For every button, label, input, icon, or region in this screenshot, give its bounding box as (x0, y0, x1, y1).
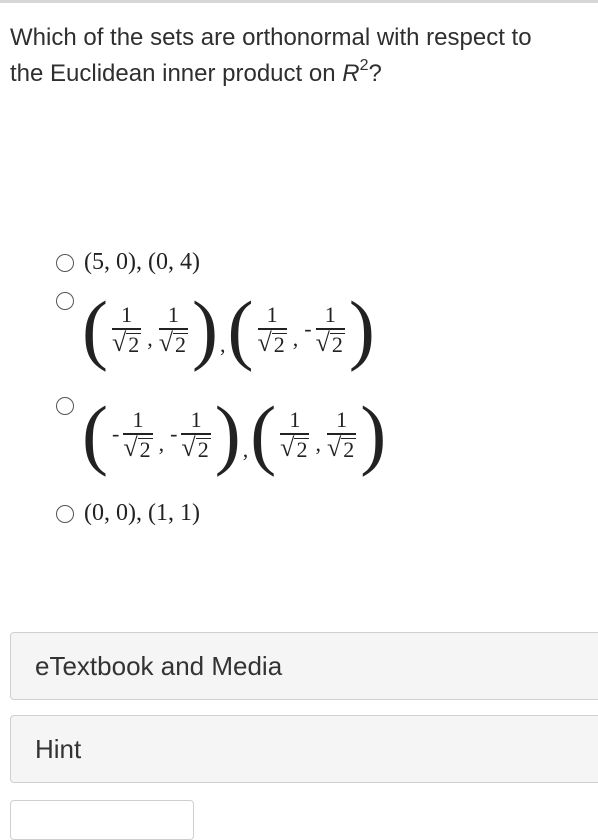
fraction: 1 √ 2 (257, 302, 287, 357)
fraction: 1 √ 2 (111, 302, 142, 357)
radicand: 2 (271, 331, 287, 357)
radio-button[interactable] (56, 253, 74, 272)
hint-panel[interactable]: Hint (10, 715, 598, 783)
comma: , (292, 326, 299, 351)
fraction: 1 √ 2 (315, 302, 345, 357)
radio-button[interactable] (56, 397, 74, 415)
etextbook-media-label: eTextbook and Media (35, 650, 283, 681)
numerator: 1 (289, 407, 301, 433)
left-paren: ( (82, 285, 108, 372)
vector-1: ( - 1 √ 2 , - 1 √ 2 ) (82, 395, 241, 473)
option-label: (5, 0), (0, 4) (84, 249, 200, 275)
space-exponent: 2 (359, 57, 369, 74)
sqrt-sign: √ (257, 327, 272, 357)
minus-sign: - (111, 421, 120, 446)
radicand: 2 (173, 331, 189, 357)
radicand: 2 (294, 436, 310, 462)
right-paren: ) (348, 285, 375, 372)
answer-option-3[interactable]: ( - 1 √ 2 , - 1 √ 2 ) , ( 1 √ 2 , 1 √ 2 ) (56, 395, 386, 473)
denominator: √ 2 (158, 327, 189, 357)
denominator: √ 2 (111, 327, 142, 357)
left-paren: ( (82, 390, 108, 477)
fraction: 1 √ 2 (158, 302, 189, 357)
denominator: √ 2 (123, 432, 153, 462)
denominator: √ 2 (181, 432, 211, 462)
question-line-2-text: the Euclidean inner product on (10, 60, 343, 87)
fraction: 1 √ 2 (326, 407, 357, 462)
fraction: 1 √ 2 (181, 407, 211, 462)
fraction: 1 √ 2 (123, 407, 153, 462)
denominator: √ 2 (315, 327, 345, 357)
sqrt-sign: √ (315, 327, 330, 357)
comma: , (147, 326, 153, 351)
question-text: Which of the sets are orthonormal with r… (10, 20, 594, 92)
etextbook-media-panel[interactable]: eTextbook and Media (10, 632, 598, 700)
option-label: (0, 0), (1, 1) (84, 500, 200, 526)
numerator: 1 (266, 302, 278, 328)
sqrt-sign: √ (326, 432, 342, 462)
answer-option-4[interactable]: (0, 0), (1, 1) (56, 500, 200, 527)
sqrt-sign: √ (280, 432, 295, 462)
right-paren: ) (192, 285, 219, 372)
radio-button[interactable] (56, 292, 74, 310)
radicand: 2 (137, 436, 153, 462)
numerator: 1 (190, 407, 202, 433)
left-paren: ( (227, 285, 254, 372)
answer-option-2[interactable]: ( 1 √ 2 , 1 √ 2 ) , ( 1 √ 2 , - 1 √ 2 ) (56, 290, 375, 368)
denominator: √ 2 (257, 327, 287, 357)
radicand: 2 (341, 436, 357, 462)
sqrt-sign: √ (123, 432, 138, 462)
radicand: 2 (329, 331, 345, 357)
numerator: 1 (132, 407, 144, 433)
vector-2: ( 1 √ 2 , - 1 √ 2 ) (228, 290, 375, 368)
sqrt-sign: √ (181, 432, 196, 462)
vector-1: ( 1 √ 2 , 1 √ 2 ) (82, 290, 218, 368)
numerator: 1 (121, 302, 133, 328)
comma: , (220, 332, 226, 357)
comma: , (158, 431, 165, 456)
left-paren: ( (250, 390, 277, 477)
vector-2: ( 1 √ 2 , 1 √ 2 ) (250, 395, 386, 473)
numerator: 1 (324, 302, 336, 328)
right-paren: ) (360, 390, 387, 477)
radicand: 2 (195, 436, 211, 462)
comma: , (315, 431, 321, 456)
partial-button[interactable] (10, 800, 194, 840)
radio-button[interactable] (56, 504, 74, 523)
denominator: √ 2 (326, 432, 357, 462)
denominator: √ 2 (280, 432, 310, 462)
numerator: 1 (167, 302, 179, 328)
radicand: 2 (126, 331, 142, 357)
sqrt-sign: √ (158, 327, 174, 357)
answer-option-1[interactable]: (5, 0), (0, 4) (56, 249, 200, 276)
space-symbol: R (342, 60, 360, 87)
comma: , (242, 437, 249, 462)
numerator: 1 (336, 407, 348, 433)
right-paren: ) (214, 390, 241, 477)
minus-sign: - (170, 421, 178, 446)
question-line-2: the Euclidean inner product on R2? (10, 56, 594, 92)
minus-sign: - (304, 316, 312, 341)
question-line-1: Which of the sets are orthonormal with r… (10, 24, 532, 51)
hint-label: Hint (35, 733, 82, 764)
fraction: 1 √ 2 (280, 407, 310, 462)
sqrt-sign: √ (111, 327, 127, 357)
top-divider (0, 0, 598, 3)
question-mark: ? (368, 60, 382, 87)
